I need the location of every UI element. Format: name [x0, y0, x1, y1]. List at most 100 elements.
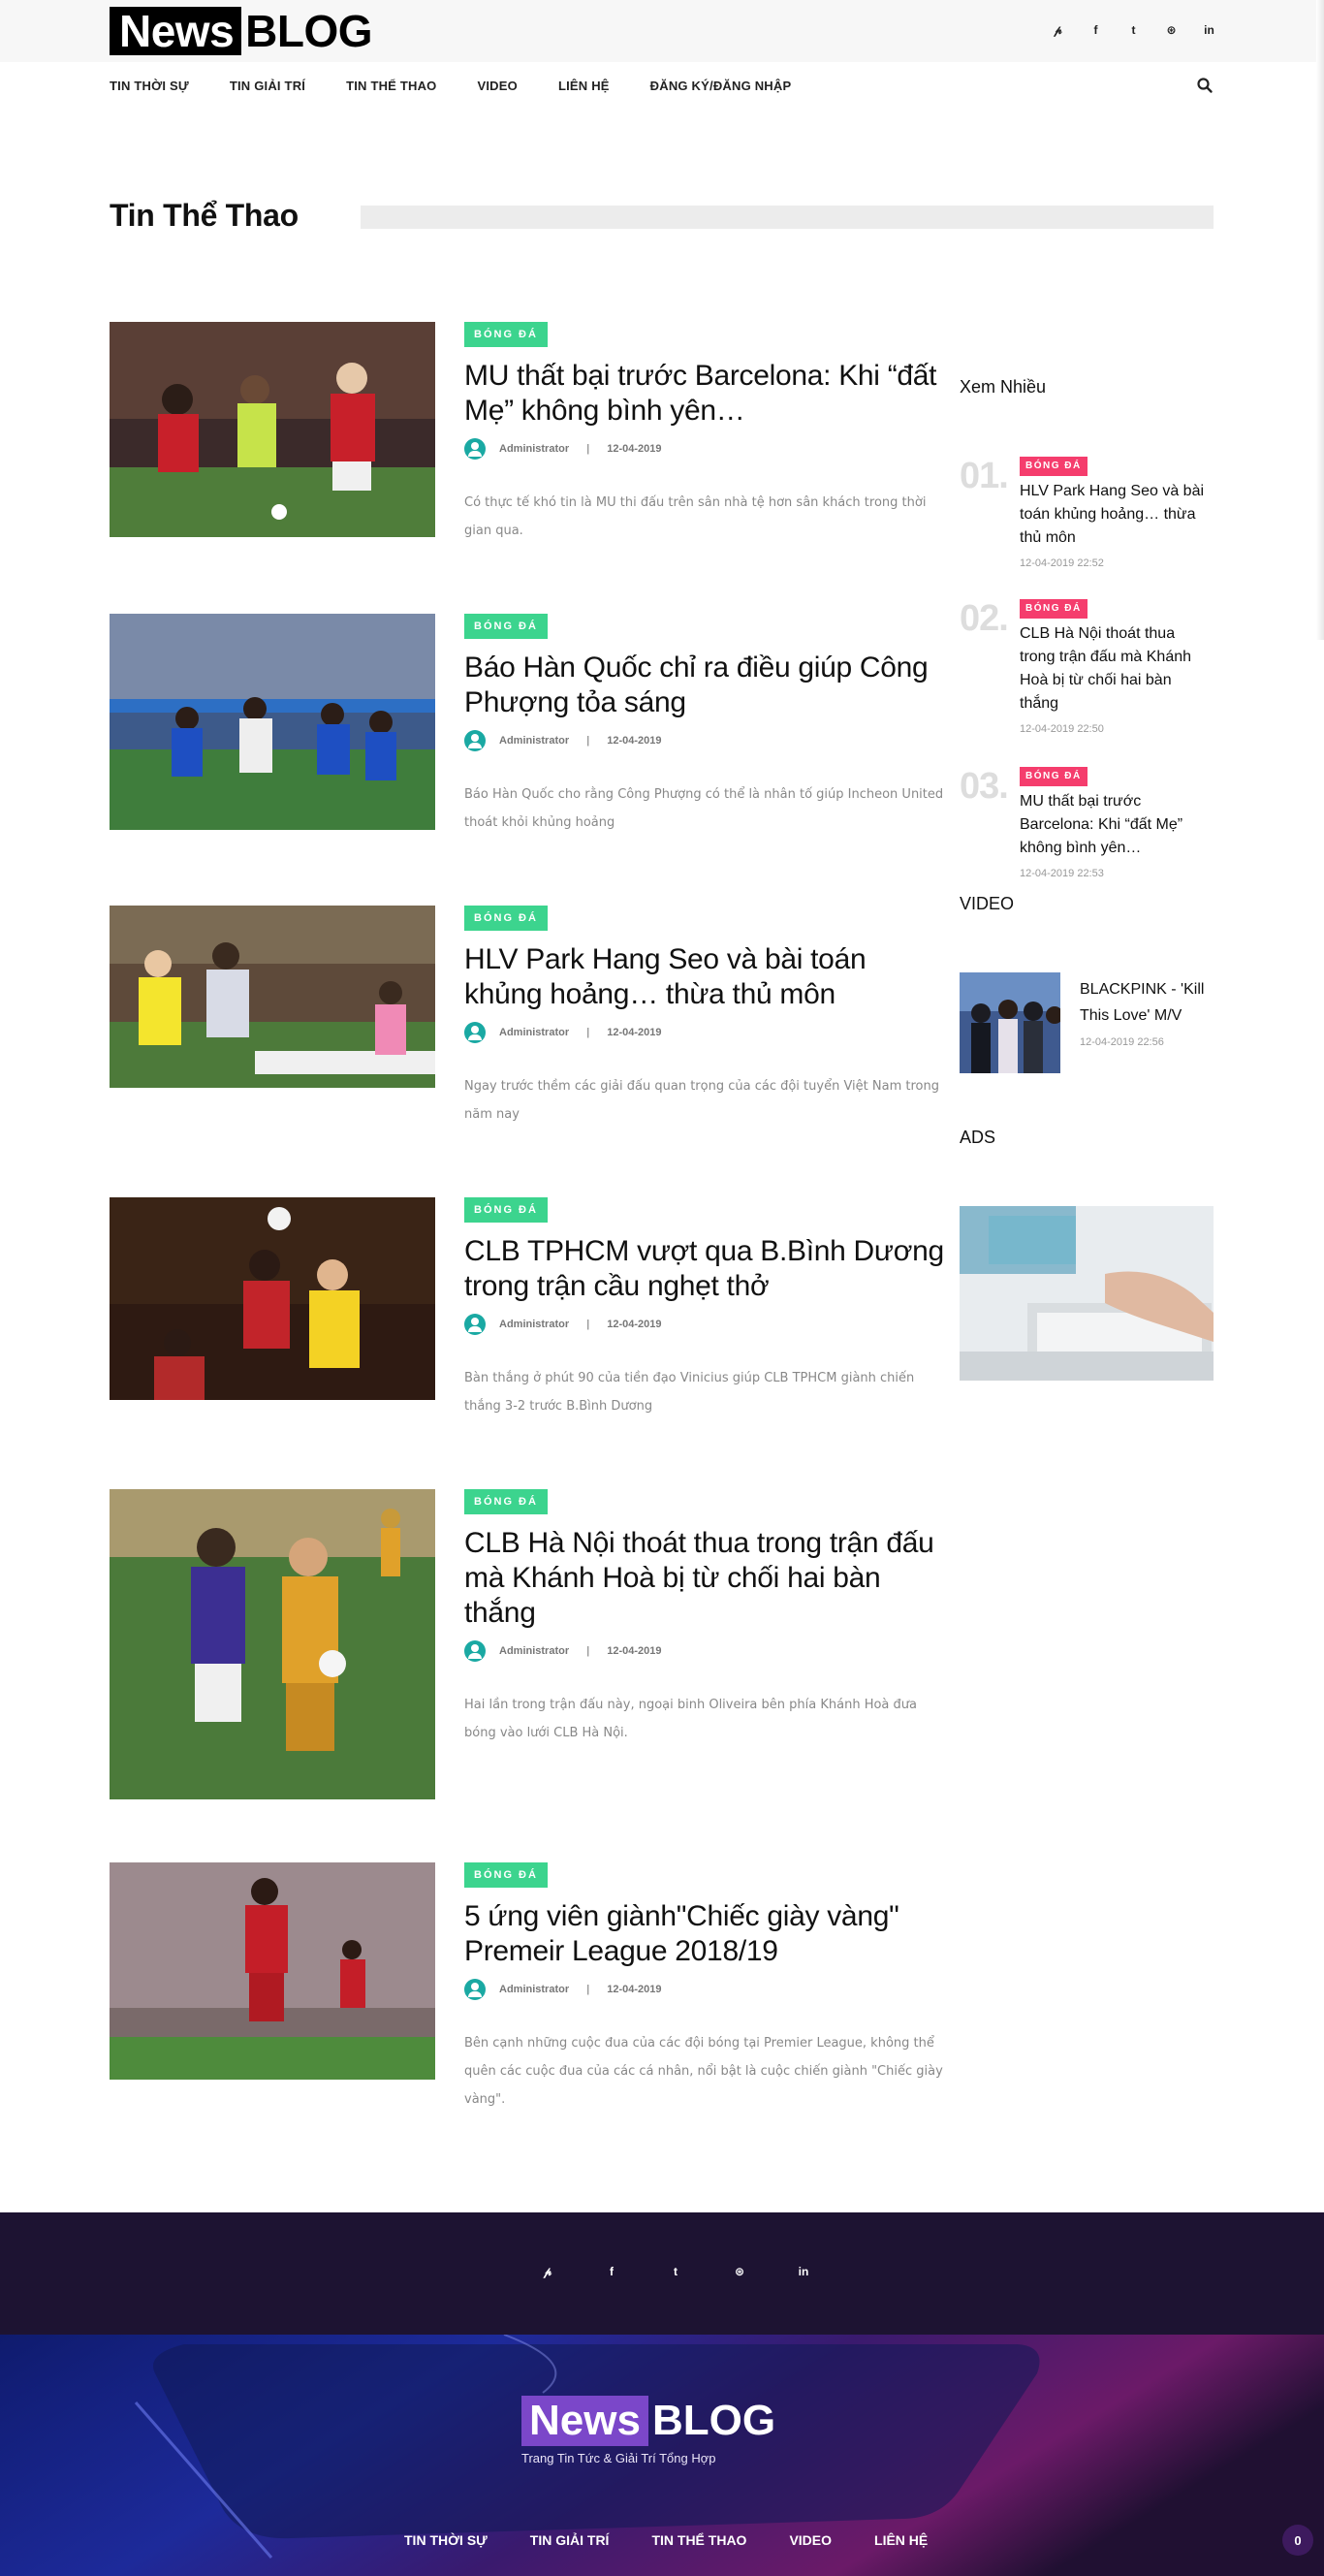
popular-heading: Xem Nhiều [960, 377, 1214, 398]
logo-news-text: News [110, 7, 242, 55]
popular-rank: 01. [960, 456, 1009, 496]
author-avatar-icon [464, 1640, 486, 1662]
category-tag[interactable]: BÓNG ĐÁ [464, 322, 548, 347]
nav-item-dang-ky-dang-nhap[interactable]: ĐĂNG KÝ/ĐĂNG NHẬP [650, 79, 792, 93]
article-date: 12-04-2019 [607, 1027, 662, 1038]
category-tag[interactable]: BÓNG ĐÁ [464, 906, 548, 931]
dribbble-icon[interactable]: ⊛ [708, 2265, 772, 2279]
author-name[interactable]: Administrator [499, 1319, 569, 1330]
article-thumbnail[interactable] [110, 1197, 435, 1400]
author-avatar-icon [464, 1314, 486, 1335]
article-title[interactable]: CLB TPHCM vượt qua B.Bình Dương trong tr… [464, 1234, 949, 1304]
article-thumbnail[interactable] [110, 614, 435, 830]
footer-nav-lien-he[interactable]: LIÊN HỆ [874, 2532, 928, 2548]
author-name[interactable]: Administrator [499, 1027, 569, 1038]
category-tag[interactable]: BÓNG ĐÁ [464, 1489, 548, 1514]
popular-title-link[interactable]: HLV Park Hang Seo và bài toán khủng hoản… [1020, 480, 1214, 550]
title-divider-bar [361, 206, 1214, 229]
article-excerpt: Ngay trước thềm các giải đấu quan trọng … [464, 1079, 939, 1122]
twitter-icon[interactable]: t [644, 2265, 708, 2279]
article-title[interactable]: HLV Park Hang Seo và bài toán khủng hoản… [464, 942, 949, 1012]
popular-date: 12-04-2019 22:52 [1020, 557, 1104, 569]
footer-logo-news: News [521, 2396, 648, 2446]
site-logo[interactable]: News BLOG [110, 6, 373, 56]
video-date: 12-04-2019 22:56 [1080, 1036, 1164, 1048]
ads-title: ADS [960, 1128, 996, 1147]
footer-tagline: Trang Tin Tức & Giải Trí Tổng Hợp [521, 2451, 716, 2465]
twitter-icon[interactable]: t [1115, 19, 1152, 41]
floating-count-badge[interactable]: 0 [1282, 2525, 1313, 2556]
ad-banner-image[interactable] [960, 1206, 1214, 1381]
footer-nav-tin-giai-tri[interactable]: TIN GIẢI TRÍ [530, 2532, 610, 2548]
author-avatar-icon [464, 438, 486, 460]
popular-item[interactable]: 01. BÓNG ĐÁ HLV Park Hang Seo và bài toá… [960, 456, 1214, 582]
linkedin-icon[interactable]: in [772, 2265, 835, 2279]
footer-nav: TIN THỜI SỰ TIN GIẢI TRÍ TIN THỂ THAO VI… [404, 2532, 970, 2548]
category-tag[interactable]: BÓNG ĐÁ [464, 1862, 548, 1888]
article-excerpt: Hai lần trong trận đấu này, ngoại binh O… [464, 1698, 917, 1740]
author-name[interactable]: Administrator [499, 1645, 569, 1657]
video-item[interactable]: BLACKPINK - 'Kill This Love' M/V 12-04-2… [960, 972, 1214, 1073]
article-date: 12-04-2019 [607, 735, 662, 747]
footer-nav-tin-thoi-su[interactable]: TIN THỜI SỰ [404, 2532, 488, 2548]
article-excerpt: Bàn thắng ở phút 90 của tiền đạo Viniciu… [464, 1371, 915, 1414]
popular-title: Xem Nhiều [960, 377, 1047, 397]
video-thumbnail[interactable] [960, 972, 1060, 1073]
top-bar: News BLOG 𝓅 f t ⊛ in [0, 0, 1324, 62]
article-title[interactable]: 5 ứng viên giành"Chiếc giày vàng" Premei… [464, 1899, 949, 1969]
footer-social-bar: 𝓅 f t ⊛ in [0, 2212, 1324, 2335]
meta-separator: | [586, 1027, 590, 1038]
facebook-icon[interactable]: f [580, 2265, 644, 2279]
meta-separator: | [586, 443, 590, 455]
author-avatar-icon [464, 1979, 486, 2000]
popular-item[interactable]: 02. BÓNG ĐÁ CLB Hà Nội thoát thua trong … [960, 598, 1214, 753]
article-thumbnail[interactable] [110, 322, 435, 537]
popular-title-link[interactable]: MU thất bại trước Barcelona: Khi “đất Mẹ… [1020, 790, 1214, 860]
category-tag[interactable]: BÓNG ĐÁ [1020, 457, 1088, 476]
search-icon[interactable] [1196, 77, 1214, 94]
pinterest-icon[interactable]: 𝓅 [1039, 19, 1077, 41]
dribbble-icon[interactable]: ⊛ [1152, 19, 1190, 41]
article-thumbnail[interactable] [110, 1489, 435, 1799]
author-name[interactable]: Administrator [499, 443, 569, 455]
main-nav: TIN THỜI SỰ TIN GIẢI TRÍ TIN THỂ THAO VI… [0, 62, 1324, 111]
category-tag[interactable]: BÓNG ĐÁ [1020, 599, 1088, 619]
pinterest-icon[interactable]: 𝓅 [516, 2265, 580, 2279]
linkedin-icon[interactable]: in [1190, 19, 1228, 41]
page-scrollbar[interactable] [1316, 0, 1324, 640]
article-title[interactable]: CLB Hà Nội thoát thua trong trận đấu mà … [464, 1526, 949, 1631]
popular-rank: 03. [960, 766, 1009, 807]
category-tag[interactable]: BÓNG ĐÁ [464, 1197, 548, 1223]
article-title[interactable]: MU thất bại trước Barcelona: Khi “đất Mẹ… [464, 359, 949, 429]
footer-logo[interactable]: News BLOG [521, 2396, 775, 2446]
category-tag[interactable]: BÓNG ĐÁ [464, 614, 548, 639]
popular-title-link[interactable]: CLB Hà Nội thoát thua trong trận đấu mà … [1020, 622, 1214, 716]
author-name[interactable]: Administrator [499, 735, 569, 747]
nav-item-tin-the-thao[interactable]: TIN THỂ THAO [346, 79, 436, 93]
facebook-icon[interactable]: f [1077, 19, 1115, 41]
category-tag[interactable]: BÓNG ĐÁ [1020, 767, 1088, 786]
nav-item-tin-giai-tri[interactable]: TIN GIẢI TRÍ [230, 79, 305, 93]
video-title[interactable]: BLACKPINK - 'Kill This Love' M/V [1080, 976, 1214, 1029]
article-excerpt: Có thực tế khó tin là MU thi đấu trên sâ… [464, 495, 927, 538]
logo-blog-text: BLOG [245, 6, 373, 56]
nav-item-tin-thoi-su[interactable]: TIN THỜI SỰ [110, 79, 189, 93]
popular-item[interactable]: 03. BÓNG ĐÁ MU thất bại trước Barcelona:… [960, 766, 1214, 892]
footer-nav-tin-the-thao[interactable]: TIN THỂ THAO [651, 2532, 746, 2548]
article-date: 12-04-2019 [607, 1984, 662, 1995]
popular-date: 12-04-2019 22:53 [1020, 868, 1104, 879]
footer-nav-video[interactable]: VIDEO [789, 2532, 832, 2548]
video-heading: VIDEO [960, 894, 1214, 914]
nav-item-video[interactable]: VIDEO [478, 79, 518, 93]
page-title: Tin Thể Thao [110, 198, 299, 233]
article-thumbnail[interactable] [110, 906, 435, 1088]
article-date: 12-04-2019 [607, 1319, 662, 1330]
article-thumbnail[interactable] [110, 1862, 435, 2080]
nav-item-lien-he[interactable]: LIÊN HỆ [558, 79, 610, 93]
author-name[interactable]: Administrator [499, 1984, 569, 1995]
footer-logo-blog: BLOG [651, 2397, 776, 2444]
article-date: 12-04-2019 [607, 443, 662, 455]
author-avatar-icon [464, 1022, 486, 1043]
article-title[interactable]: Báo Hàn Quốc chỉ ra điều giúp Công Phượn… [464, 651, 949, 720]
meta-separator: | [586, 735, 590, 747]
